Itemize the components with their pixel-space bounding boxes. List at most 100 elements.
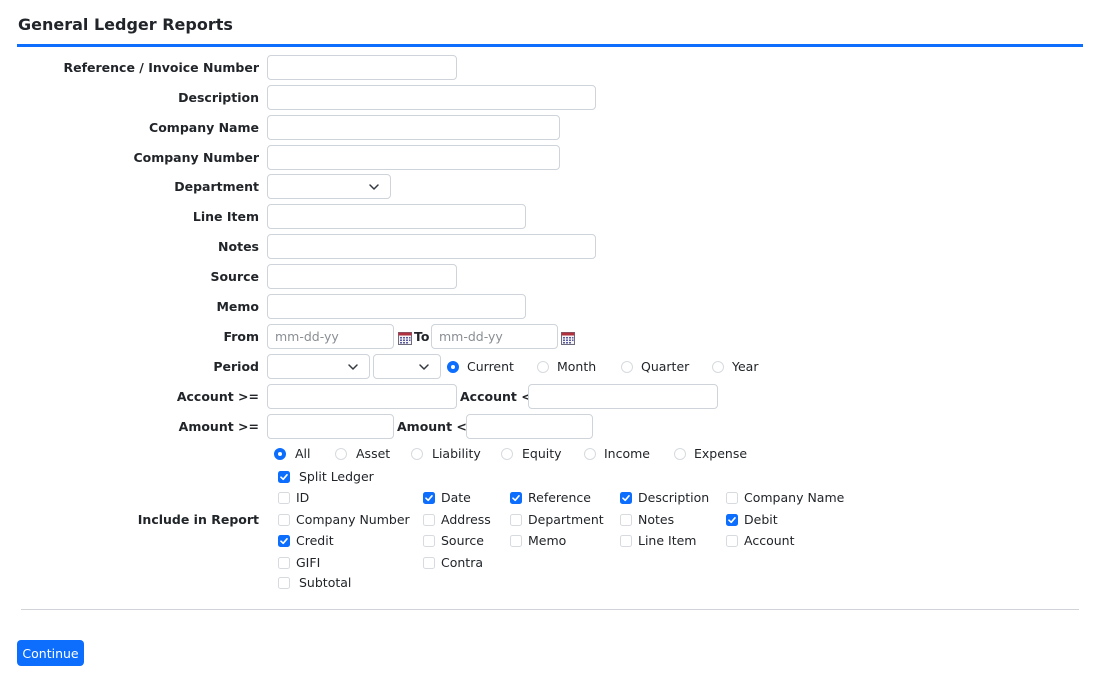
include-description-checkbox[interactable] [620, 492, 632, 504]
include-reference-checkbox[interactable] [510, 492, 522, 504]
include-memo-label: Memo [528, 533, 567, 548]
notes-input[interactable] [267, 234, 596, 259]
include-contra-checkbox[interactable] [423, 557, 435, 569]
from-label: From [223, 329, 259, 344]
title-divider [17, 44, 1083, 47]
account-from-label: Account >= [176, 389, 259, 404]
type-expense-radio[interactable] [674, 448, 686, 460]
type-asset-label: Asset [356, 446, 391, 461]
include-company-name-label: Company Name [744, 490, 845, 505]
amount-from-label: Amount >= [178, 419, 259, 434]
include-company-name-checkbox[interactable] [726, 492, 738, 504]
include-memo-checkbox[interactable] [510, 535, 522, 547]
type-asset-radio[interactable] [335, 448, 347, 460]
include-debit-label: Debit [744, 512, 778, 527]
subtotal-label: Subtotal [299, 575, 352, 590]
include-description-label: Description [638, 490, 710, 505]
include-department-label: Department [528, 512, 604, 527]
reference-input[interactable] [267, 55, 457, 80]
include-date-checkbox[interactable] [423, 492, 435, 504]
include-source-label: Source [441, 533, 484, 548]
period-year-radio[interactable] [712, 361, 724, 373]
department-select[interactable] [267, 174, 391, 199]
include-debit-checkbox[interactable] [726, 514, 738, 526]
period-year-label: Year [732, 359, 759, 374]
include-line-item-label: Line Item [638, 533, 697, 548]
type-equity-label: Equity [522, 446, 562, 461]
line-item-label: Line Item [192, 209, 259, 224]
period-month-select[interactable] [267, 354, 370, 379]
amount-from-input[interactable] [267, 414, 394, 439]
period-current-radio[interactable] [447, 361, 459, 373]
type-expense-label: Expense [694, 446, 748, 461]
to-date-input[interactable] [431, 324, 558, 349]
include-account-checkbox[interactable] [726, 535, 738, 547]
company-name-label: Company Name [149, 120, 259, 135]
department-label: Department [174, 179, 259, 194]
include-company-number-checkbox[interactable] [278, 514, 290, 526]
include-gifi-checkbox[interactable] [278, 557, 290, 569]
type-equity-radio[interactable] [501, 448, 513, 460]
include-address-checkbox[interactable] [423, 514, 435, 526]
include-credit-checkbox[interactable] [278, 535, 290, 547]
chevron-down-icon [369, 184, 379, 190]
include-contra-label: Contra [441, 555, 483, 570]
company-number-input[interactable] [267, 145, 560, 170]
general-ledger-reports-page: General Ledger Reports Reference / Invoi… [0, 0, 1100, 688]
calendar-icon[interactable] [561, 332, 575, 345]
page-title: General Ledger Reports [18, 15, 233, 34]
split-ledger-label: Split Ledger [299, 469, 374, 484]
chevron-down-icon [419, 364, 429, 370]
from-date-input[interactable] [267, 324, 394, 349]
type-liability-label: Liability [432, 446, 481, 461]
include-source-checkbox[interactable] [423, 535, 435, 547]
type-all-radio[interactable] [274, 448, 286, 460]
period-label: Period [213, 359, 259, 374]
notes-label: Notes [218, 239, 259, 254]
period-year-select[interactable] [373, 354, 441, 379]
account-from-input[interactable] [267, 384, 457, 409]
period-month-radio[interactable] [537, 361, 549, 373]
memo-label: Memo [216, 299, 259, 314]
period-current-label: Current [467, 359, 514, 374]
period-quarter-label: Quarter [641, 359, 690, 374]
subtotal-checkbox[interactable] [278, 577, 290, 589]
include-gifi-label: GIFI [296, 555, 321, 570]
include-company-number-label: Company Number [296, 512, 410, 527]
type-all-label: All [295, 446, 311, 461]
split-ledger-checkbox[interactable] [278, 471, 290, 483]
include-id-label: ID [296, 490, 310, 505]
include-notes-checkbox[interactable] [620, 514, 632, 526]
type-liability-radio[interactable] [411, 448, 423, 460]
description-label: Description [178, 90, 259, 105]
type-income-radio[interactable] [584, 448, 596, 460]
include-date-label: Date [441, 490, 471, 505]
source-label: Source [210, 269, 259, 284]
include-in-report-label: Include in Report [137, 512, 259, 527]
include-notes-label: Notes [638, 512, 675, 527]
calendar-icon[interactable] [398, 332, 412, 345]
memo-input[interactable] [267, 294, 526, 319]
period-quarter-radio[interactable] [621, 361, 633, 373]
period-month-label: Month [557, 359, 597, 374]
include-department-checkbox[interactable] [510, 514, 522, 526]
reference-label: Reference / Invoice Number [63, 60, 259, 75]
continue-button[interactable]: Continue [17, 640, 84, 666]
description-input[interactable] [267, 85, 596, 110]
include-id-checkbox[interactable] [278, 492, 290, 504]
form-divider [21, 609, 1079, 610]
include-line-item-checkbox[interactable] [620, 535, 632, 547]
amount-to-input[interactable] [466, 414, 593, 439]
include-address-label: Address [441, 512, 491, 527]
chevron-down-icon [348, 364, 358, 370]
line-item-input[interactable] [267, 204, 526, 229]
account-to-input[interactable] [528, 384, 718, 409]
company-number-label: Company Number [133, 150, 259, 165]
include-reference-label: Reference [528, 490, 591, 505]
include-account-label: Account [744, 533, 795, 548]
source-input[interactable] [267, 264, 457, 289]
company-name-input[interactable] [267, 115, 560, 140]
to-label: To [414, 329, 430, 344]
type-income-label: Income [604, 446, 650, 461]
include-credit-label: Credit [296, 533, 334, 548]
